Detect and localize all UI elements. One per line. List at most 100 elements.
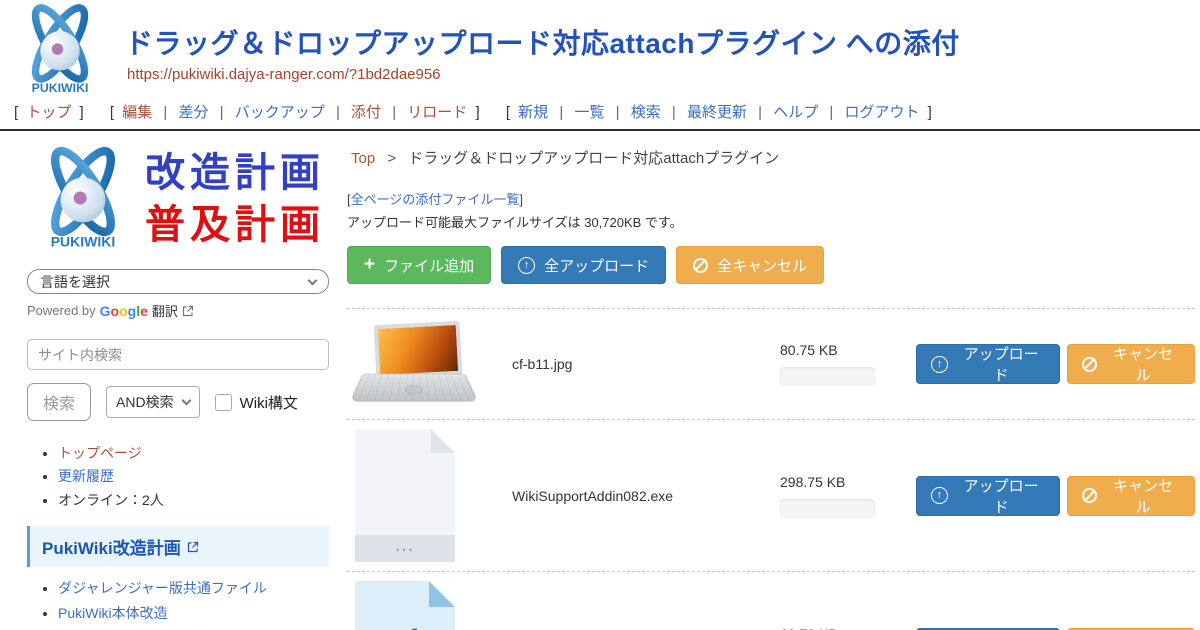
file-meta: 80.75 KB (780, 342, 898, 386)
upload-button[interactable]: ↑ アップロード (916, 476, 1060, 516)
site-search-input[interactable] (27, 339, 329, 370)
sidebar-item-core-mods[interactable]: PukiWiki本体改造 (58, 605, 168, 621)
generic-file-icon: ... (355, 429, 455, 562)
search-mode-select[interactable]: AND検索 (106, 386, 200, 418)
logo-wordmark: PUKIWIKI (32, 81, 89, 95)
nav-attach[interactable]: 添付 (351, 104, 381, 121)
bracket: [ (14, 104, 18, 121)
nav-edit[interactable]: 編集 (122, 104, 152, 121)
add-files-button[interactable]: + ファイル追加 (347, 246, 491, 284)
divider: | (559, 104, 563, 121)
file-name: cf-b11.jpg (512, 356, 780, 372)
translate-label: 翻訳 (152, 301, 178, 320)
bracket: [ (110, 104, 114, 121)
progress-bar (780, 367, 875, 386)
divider: | (758, 104, 762, 121)
nav-search[interactable]: 検索 (631, 104, 661, 121)
row-actions: ↑ アップロード キャンセル (916, 476, 1195, 516)
progress-bar (780, 499, 875, 518)
banner-line1: 改造計画 (145, 147, 325, 199)
nav-backup[interactable]: バックアップ (235, 104, 325, 121)
nav-top[interactable]: トップ (26, 104, 71, 121)
bracket: ] (80, 104, 84, 121)
powered-by: Powered by Google 翻訳 (27, 301, 329, 320)
breadcrumb: Top > ドラッグ＆ドロップアップロード対応attachプラグイン (351, 147, 1195, 168)
code-glyph: </> (372, 624, 439, 630)
search-button[interactable]: 検索 (27, 383, 91, 421)
thumbnail-cell (347, 315, 512, 413)
header: PUKIWIKI ドラッグ＆ドロップアップロード対応attachプラグイン への… (0, 0, 1200, 96)
upload-circle-icon: ↑ (931, 487, 948, 504)
breadcrumb-separator: > (387, 150, 396, 167)
file-upload-list: cf-b11.jpg 80.75 KB ↑ アップロード キャンセル (347, 308, 1195, 630)
page-fold (429, 581, 455, 607)
thumbnail-cell: ... (347, 426, 512, 565)
nav-diff[interactable]: 差分 (178, 104, 208, 121)
bracket: ] (475, 104, 479, 121)
bracket: [ (506, 104, 510, 121)
sidebar: PUKIWIKI 改造計画 普及計画 言語を選択 Powered by Goog… (0, 131, 345, 630)
all-attachments-link[interactable]: 全ページの添付ファイル一覧 (351, 192, 520, 207)
upload-button[interactable]: ↑ アップロード (916, 344, 1060, 384)
nav-recent[interactable]: 最終更新 (687, 104, 747, 121)
nav-list[interactable]: 一覧 (574, 104, 604, 121)
file-size: 60.78 KB (780, 626, 898, 630)
nav-reload[interactable]: リロード (407, 104, 467, 121)
nav-logout[interactable]: ログアウト (844, 104, 919, 121)
ban-icon (693, 258, 708, 273)
list-item: 更新履歴 (58, 465, 329, 487)
ban-icon (1082, 488, 1097, 503)
plus-icon: + (364, 255, 375, 274)
sidebar-quick-links: トップページ 更新履歴 オンライン：2人 (27, 442, 329, 511)
external-link-icon (182, 305, 194, 317)
page-fold (431, 429, 455, 453)
divider: | (616, 104, 620, 121)
row-actions: ↑ アップロード キャンセル (916, 344, 1195, 384)
breadcrumb-current: ドラッグ＆ドロップアップロード対応attachプラグイン (408, 150, 779, 167)
laptop-keyboard (350, 374, 479, 402)
sidebar-item-top-page[interactable]: トップページ (58, 445, 142, 461)
search-controls: 検索 AND検索 Wiki構文 (27, 383, 329, 421)
list-item: PukiWikiテキスト表現拡張 (58, 626, 329, 630)
file-size: 298.75 KB (780, 474, 898, 490)
sidebar-section-heading: PukiWiki改造計画 (27, 526, 329, 567)
table-row: ... WikiSupportAddin082.exe 298.75 KB ↑ … (347, 420, 1195, 572)
add-files-label: ファイル追加 (384, 255, 474, 276)
cancel-button[interactable]: キャンセル (1067, 344, 1195, 384)
language-select[interactable]: 言語を選択 (27, 269, 329, 294)
sidebar-item-common-files[interactable]: ダジャレンジャー版共通ファイル (58, 580, 267, 596)
page-url-link[interactable]: https://pukiwiki.dajya-ranger.com/?1bd2d… (127, 66, 441, 83)
cancel-label: キャンセル (1106, 627, 1180, 630)
nav-help[interactable]: ヘルプ (773, 104, 818, 121)
max-filesize-note: アップロード可能最大ファイルサイズは 30,720KB です。 (347, 212, 1195, 231)
language-select-value: 言語を選択 (40, 272, 110, 292)
wiki-syntax-checkbox[interactable] (215, 394, 232, 411)
wiki-syntax-label: Wiki構文 (240, 392, 298, 413)
chevron-down-icon (308, 275, 318, 285)
image-thumbnail (355, 323, 477, 405)
pukiwiki-logo[interactable]: PUKIWIKI (8, 4, 112, 96)
cancel-all-button[interactable]: 全キャンセル (676, 246, 824, 284)
chevron-down-icon (181, 396, 191, 406)
logo-wordmark: PUKIWIKI (51, 234, 116, 250)
breadcrumb-top-link[interactable]: Top (351, 150, 375, 167)
list-item: オンライン：2人 (58, 489, 329, 511)
cancel-button[interactable]: キャンセル (1067, 476, 1195, 516)
divider: | (220, 104, 224, 121)
sidebar-item-update-history[interactable]: 更新履歴 (58, 468, 114, 484)
online-count: オンライン：2人 (58, 492, 164, 508)
upload-label: アップロード (957, 343, 1046, 385)
ban-icon (1082, 357, 1097, 372)
upload-all-button[interactable]: ↑ 全アップロード (501, 246, 666, 284)
search-mode-value: AND検索 (116, 392, 174, 412)
google-logo: Google (100, 303, 148, 319)
cancel-label: キャンセル (1106, 343, 1180, 385)
main-content: Top > ドラッグ＆ドロップアップロード対応attachプラグイン [全ページ… (345, 131, 1200, 630)
divider: | (829, 104, 833, 121)
list-item: PukiWiki本体改造 (58, 602, 329, 624)
pukiwiki-kaizou-link[interactable]: PukiWiki改造計画 (42, 534, 181, 559)
divider: | (163, 104, 167, 121)
nav-new[interactable]: 新規 (518, 104, 548, 121)
divider: | (336, 104, 340, 121)
external-link-icon (187, 541, 199, 553)
